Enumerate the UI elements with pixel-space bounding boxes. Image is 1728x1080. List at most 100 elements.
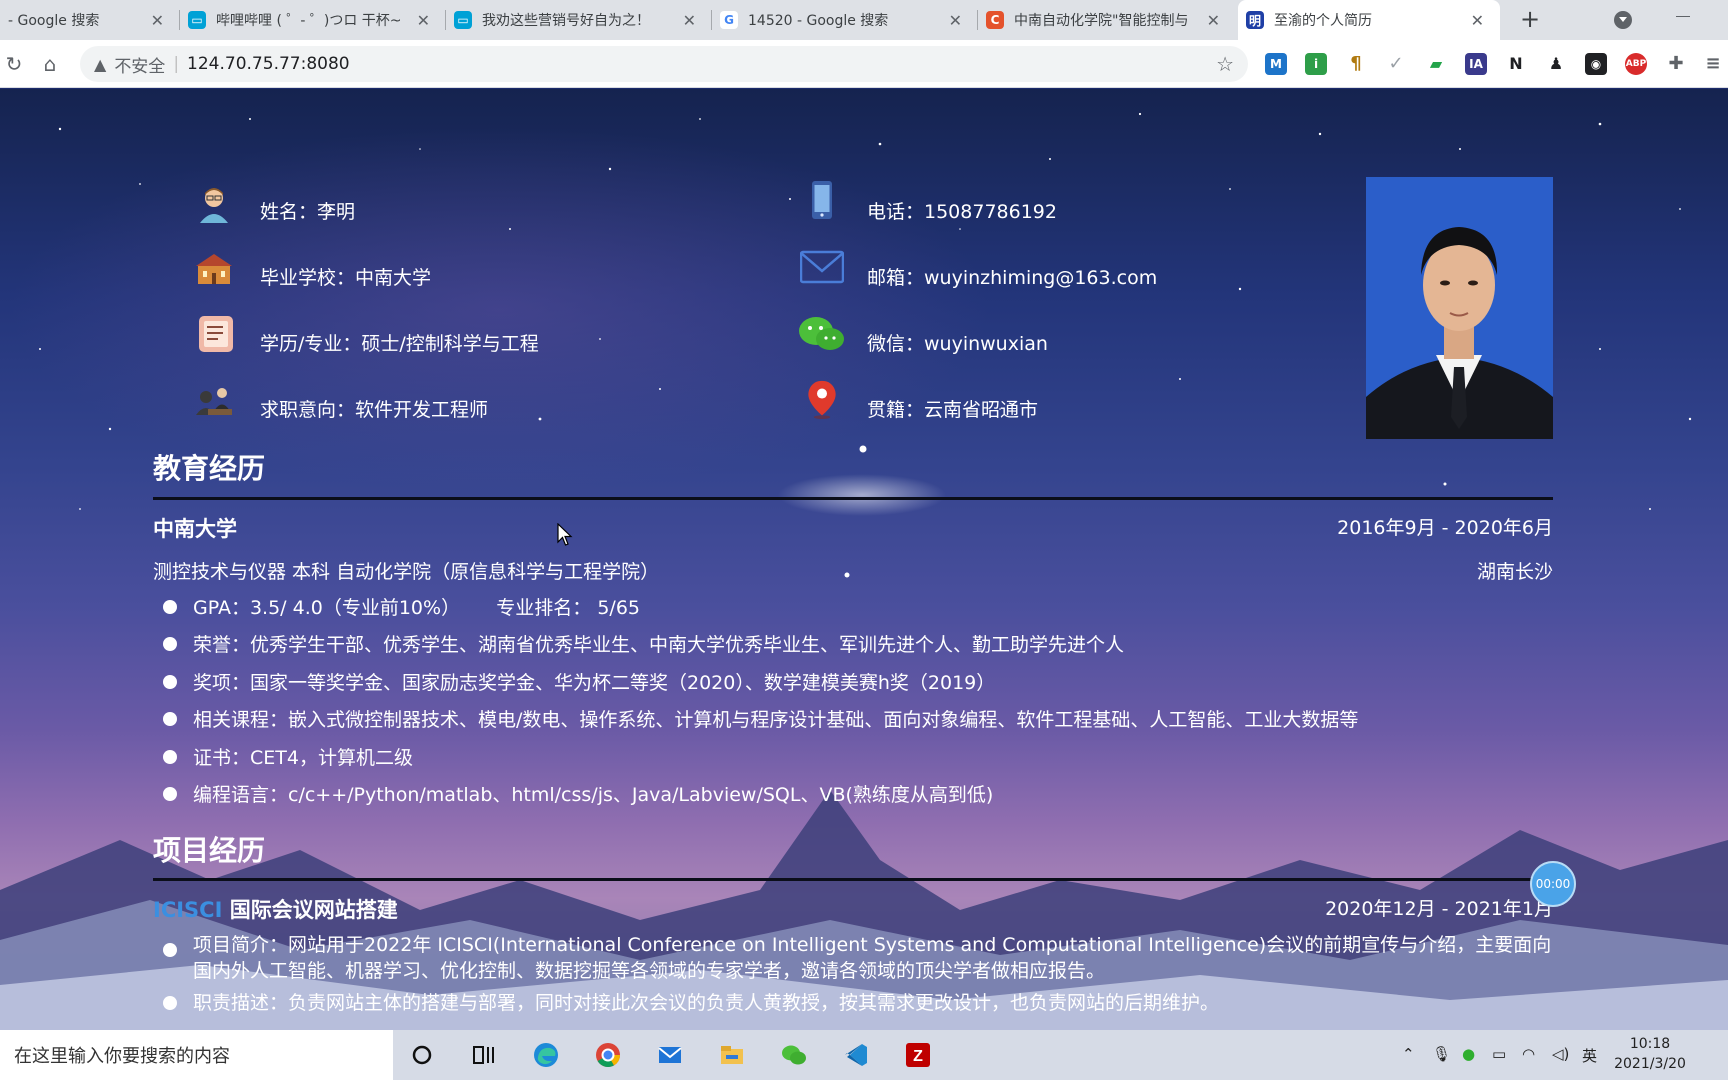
name-field: 姓名：李明: [260, 201, 356, 223]
clock-date: 2021/3/20: [1614, 1056, 1686, 1072]
project-summary-item: 项目简介：网站用于2022年 ICISCI(International Conf…: [193, 934, 1552, 982]
edge-browser-icon[interactable]: [532, 1041, 560, 1069]
filezilla-icon[interactable]: Z: [904, 1041, 932, 1069]
new-tab-button[interactable]: +: [1516, 6, 1544, 34]
school-field: 毕业学校：中南大学: [260, 267, 432, 289]
tab-google-search-2[interactable]: G 14520 - Google 搜索 ✕: [712, 0, 978, 40]
wechat-tray-icon[interactable]: ●: [1462, 1045, 1475, 1063]
email-field: 邮箱：wuyinzhiming@163.com: [867, 267, 1158, 289]
close-tab-icon[interactable]: ✕: [151, 11, 164, 30]
browser-toolbar: ↻ ⌂ ▲ 不安全 | 124.70.75.77:8080 ☆ M i ¶ ✓ …: [0, 40, 1728, 88]
close-tab-icon[interactable]: ✕: [683, 11, 696, 30]
vscode-icon[interactable]: [842, 1041, 870, 1069]
project-dates: 2020年12月 - 2021年1月: [1325, 898, 1553, 920]
mail-envelope-icon: [800, 250, 844, 284]
education-gpa-item: GPA：3.5/ 4.0（专业前10%） 专业排名： 5/65: [193, 597, 641, 619]
file-explorer-icon[interactable]: [718, 1041, 746, 1069]
extension-ia-icon[interactable]: IA: [1465, 53, 1487, 75]
extension-m-icon[interactable]: M: [1265, 53, 1287, 75]
extension-check-icon[interactable]: ✓: [1385, 53, 1407, 75]
taskbar-clock[interactable]: 10:18 2021/3/20: [1608, 1034, 1692, 1074]
taskbar-search-box[interactable]: 在这里输入你要搜索的内容: [0, 1030, 393, 1080]
close-tab-icon[interactable]: ✕: [1471, 11, 1484, 30]
tab-resume-active[interactable]: 明 至渝的个人简历 ✕: [1238, 0, 1500, 40]
mobile-phone-icon: [812, 181, 832, 219]
tab-title: 至渝的个人简历: [1274, 13, 1372, 29]
svg-text:Z: Z: [913, 1048, 923, 1065]
mouse-cursor-icon: [557, 523, 573, 546]
resume-page: 姓名：李明 毕业学校：中南大学 学历/专业：硕士/控制科学与工程 求职意向：软件…: [0, 89, 1728, 1030]
cortana-icon[interactable]: [408, 1041, 436, 1069]
bullet-dot: [163, 600, 177, 614]
address-bar[interactable]: ▲ 不安全 | 124.70.75.77:8080 ☆: [80, 46, 1248, 82]
tab-google-search-1[interactable]: - Google 搜索 ✕: [0, 0, 180, 40]
section-divider: [153, 497, 1553, 500]
tab-strip: - Google 搜索 ✕ ▭ 哔哩哔哩 ( ゜- ゜)つロ 干杯~ ✕ ▭ 我…: [0, 0, 1728, 40]
tab-title: - Google 搜索: [8, 13, 100, 29]
job-intention-field: 求职意向：软件开发工程师: [260, 399, 489, 421]
tab-bilibili-home[interactable]: ▭ 哔哩哔哩 ( ゜- ゜)つロ 干杯~ ✕: [180, 0, 446, 40]
task-view-icon[interactable]: [470, 1041, 498, 1069]
extension-notion-icon[interactable]: N: [1505, 53, 1527, 75]
education-major: 测控技术与仪器 本科 自动化学院（原信息科学与工程学院）: [153, 561, 660, 583]
wechat-taskbar-icon[interactable]: [780, 1041, 808, 1069]
tab-search-icon[interactable]: [1614, 11, 1632, 29]
tab-csdn[interactable]: C 中南自动化学院"智能控制与 ✕: [978, 0, 1236, 40]
education-languages-item: 编程语言：c/c++/Python/matlab、html/css/js、Jav…: [193, 784, 994, 806]
microphone-icon[interactable]: 🎙: [1432, 1045, 1451, 1063]
tab-title: 哔哩哔哩 ( ゜- ゜)つロ 干杯~: [216, 13, 402, 29]
minimize-icon[interactable]: [1676, 16, 1690, 17]
bullet-dot: [163, 787, 177, 801]
url-text: 124.70.75.77:8080: [187, 54, 350, 74]
education-certificates-item: 证书：CET4，计算机二级: [193, 747, 413, 769]
close-tab-icon[interactable]: ✕: [417, 11, 430, 30]
csdn-icon: C: [986, 11, 1004, 29]
bullet-dot: [163, 943, 177, 957]
tab-title: 14520 - Google 搜索: [748, 13, 889, 29]
mail-app-icon[interactable]: [656, 1041, 684, 1069]
extension-penguin-icon[interactable]: ♟: [1545, 53, 1567, 75]
show-hidden-icons-icon[interactable]: ⌃: [1402, 1045, 1415, 1063]
projects-section-title: 项目经历: [153, 834, 266, 867]
battery-icon[interactable]: ▭: [1492, 1045, 1506, 1063]
home-icon[interactable]: ⌂: [38, 52, 62, 76]
volume-icon[interactable]: ◁): [1552, 1045, 1569, 1063]
document-edit-icon: [199, 316, 233, 352]
extension-flag-icon[interactable]: ▰: [1425, 53, 1447, 75]
bilibili-icon: ▭: [188, 11, 206, 29]
bullet-dot: [163, 996, 177, 1010]
extension-info-icon[interactable]: i: [1305, 53, 1327, 75]
tab-title: 我劝这些营销号好自为之！: [482, 13, 650, 29]
reload-icon[interactable]: ↻: [2, 52, 26, 76]
adblock-icon[interactable]: ABP: [1625, 53, 1647, 75]
project-title-name: 国际会议网站搭建: [222, 898, 398, 922]
education-honors-item: 荣誉：优秀学生干部、优秀学生、湖南省优秀毕业生、中南大学优秀毕业生、军训先进个人…: [193, 634, 1125, 656]
education-dates: 2016年9月 - 2020年6月: [1337, 517, 1553, 539]
bookmark-star-icon[interactable]: ☆: [1216, 52, 1234, 76]
ming-icon: 明: [1246, 11, 1264, 29]
clock-time: 10:18: [1629, 1036, 1671, 1052]
reading-list-icon[interactable]: ≡: [1702, 53, 1724, 75]
close-tab-icon[interactable]: ✕: [949, 11, 962, 30]
chrome-browser-icon[interactable]: [594, 1041, 622, 1069]
project-title-prefix: ICISCI: [153, 898, 223, 922]
education-school-name: 中南大学: [153, 517, 237, 541]
close-tab-icon[interactable]: ✕: [1207, 11, 1220, 30]
school-building-icon: [196, 254, 232, 284]
extension-mask-icon[interactable]: ◉: [1585, 53, 1607, 75]
tab-title: 中南自动化学院"智能控制与: [1014, 13, 1189, 29]
bilibili-icon: ▭: [454, 11, 472, 29]
extensions-puzzle-icon[interactable]: ✚: [1665, 53, 1687, 75]
bullet-dot: [163, 750, 177, 764]
floating-timer-button[interactable]: 00:00: [1530, 861, 1576, 907]
tab-bilibili-video[interactable]: ▭ 我劝这些营销号好自为之！ ✕: [446, 0, 712, 40]
ime-language-indicator[interactable]: 英: [1582, 1045, 1597, 1066]
extension-paragraph-icon[interactable]: ¶: [1345, 53, 1367, 75]
education-section-title: 教育经历: [153, 452, 266, 485]
degree-major-field: 学历/专业：硕士/控制科学与工程: [260, 333, 539, 355]
insecure-label: 不安全: [114, 56, 166, 77]
wifi-icon[interactable]: ◠: [1522, 1045, 1535, 1063]
profile-photo: [1366, 177, 1553, 439]
hometown-field: 贯籍：云南省昭通市: [867, 399, 1039, 421]
windows-taskbar: 在这里输入你要搜索的内容 Z ⌃ 🎙 ● ▭ ◠ ◁) 英 10:18 2021…: [0, 1030, 1728, 1080]
